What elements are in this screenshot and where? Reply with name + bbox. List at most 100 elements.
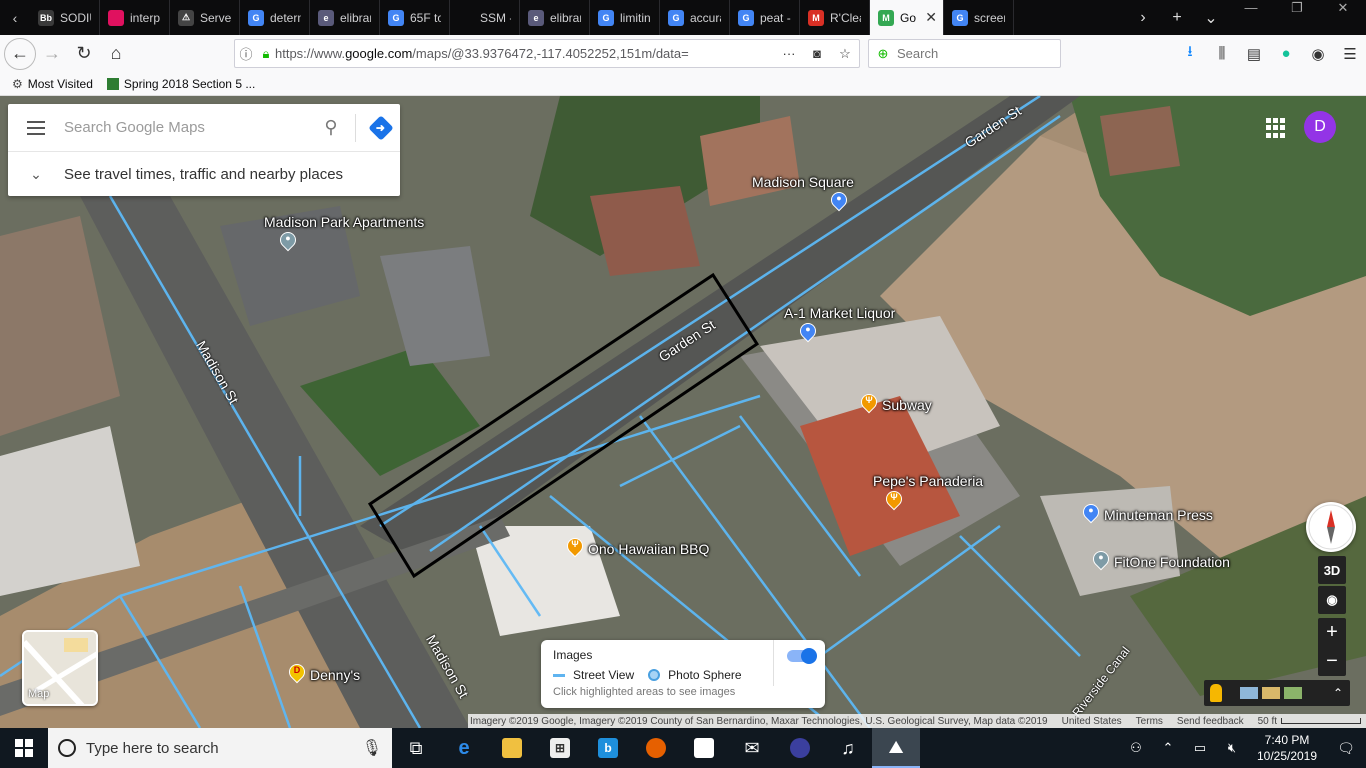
zoom-out-button[interactable]: − — [1318, 647, 1346, 676]
document-icon[interactable] — [680, 728, 728, 768]
pocket-icon[interactable]: ◙ — [803, 46, 831, 61]
microphone-icon[interactable]: 🎙︎ — [362, 738, 382, 758]
chevron-down-icon[interactable]: ⌄ — [8, 166, 64, 183]
pegman-icon[interactable] — [1210, 684, 1222, 702]
scale-label: 50 ft — [1257, 715, 1278, 727]
terms-link[interactable]: Terms — [1136, 716, 1163, 727]
poi-subway[interactable]: Ψ Subway — [857, 390, 932, 416]
poi-minuteman-press[interactable]: ● Minuteman Press — [1079, 500, 1213, 526]
tab-8[interactable]: Glimitin — [590, 0, 660, 35]
url-bar[interactable]: ⓘ 🔒︎ https://www.google.com/maps/@33.937… — [234, 39, 860, 68]
my-location-icon[interactable]: ◉ — [1318, 586, 1346, 614]
apps-grid-icon[interactable] — [1266, 118, 1286, 138]
file-explorer-icon[interactable] — [488, 728, 536, 768]
maps-search-input[interactable]: Search Google Maps — [64, 119, 313, 136]
battery-icon[interactable]: ▭ — [1184, 740, 1216, 756]
poi-madison-park-apartments[interactable]: Madison Park Apartments ● — [264, 214, 424, 252]
tab-list-icon[interactable]: ⌄ — [1194, 8, 1228, 28]
close-tab-icon[interactable]: ✕ — [925, 9, 937, 26]
poi-fitone-foundation[interactable]: ● FitOne Foundation — [1089, 547, 1230, 573]
poi-a1-market-liquor[interactable]: A-1 Market Liquor ● — [784, 305, 895, 343]
clock[interactable]: 7:40 PM 10/25/2019 — [1248, 732, 1326, 764]
tab-3[interactable]: Gdeterm — [240, 0, 310, 35]
back-button[interactable]: ← — [4, 37, 36, 70]
poi-pepes-panaderia[interactable]: Pepe's Panaderia Ψ — [873, 473, 983, 511]
download-icon[interactable]: ⭳ — [1174, 41, 1206, 66]
store-icon[interactable]: ⊞ — [536, 728, 584, 768]
tab-scroll-right-icon[interactable]: › — [1126, 9, 1160, 27]
tab-13[interactable]: Gscreen — [944, 0, 1014, 35]
map-canvas[interactable]: Search Google Maps ⚲ ➜ ⌄ See travel time… — [0, 96, 1366, 728]
map-type-toggle[interactable]: Map — [22, 630, 98, 706]
browser-search-input[interactable]: ⊕ Search — [868, 39, 1061, 68]
app-icon[interactable] — [776, 728, 824, 768]
country-link[interactable]: United States — [1062, 716, 1122, 727]
box-app-icon[interactable]: b — [584, 728, 632, 768]
tab-12[interactable]: M Go ✕ — [870, 0, 944, 35]
search-icon[interactable]: ⚲ — [313, 117, 349, 138]
snipping-tool-icon[interactable]: ⛰ — [872, 728, 920, 768]
account-avatar[interactable]: D — [1304, 111, 1336, 143]
minimize-icon[interactable]: — — [1228, 0, 1274, 35]
forward-button[interactable]: → — [36, 38, 68, 70]
tab-label: peat - — [760, 10, 791, 25]
tab-11[interactable]: M R'Clea — [800, 0, 870, 35]
compass-button[interactable] — [1306, 502, 1356, 552]
imagery-thumb-icon[interactable] — [1240, 687, 1258, 699]
menu-icon[interactable]: ☰ — [1334, 45, 1366, 63]
info-icon[interactable]: ⓘ — [235, 44, 257, 63]
taskbar-search-box[interactable]: Type here to search 🎙︎ — [48, 728, 392, 768]
library-icon[interactable]: ⫼ — [1206, 45, 1238, 62]
send-feedback-link[interactable]: Send feedback — [1177, 716, 1244, 727]
tab-4[interactable]: e elibrar — [310, 0, 380, 35]
tab-scroll-left-icon[interactable]: ‹ — [0, 0, 30, 35]
volume-muted-icon[interactable]: 🔇︎ — [1216, 740, 1248, 756]
extension-icon[interactable]: ◉ — [1302, 45, 1334, 63]
bookmark-most-visited[interactable]: ⚙ Most Visited — [12, 77, 93, 91]
page-actions-icon[interactable]: ··· — [775, 46, 803, 61]
tab-1[interactable]: interp — [100, 0, 170, 35]
people-icon[interactable]: ⚇ — [1120, 740, 1152, 756]
imagery-thumb-icon[interactable] — [1262, 687, 1280, 699]
zoom-in-button[interactable]: + — [1318, 618, 1346, 647]
home-button[interactable]: ⌂ — [100, 38, 132, 70]
chevron-up-icon[interactable]: ⌃ — [1152, 740, 1184, 756]
url-text[interactable]: https://www.google.com/maps/@33.9376472,… — [275, 46, 775, 61]
tab-9[interactable]: Gaccura — [660, 0, 730, 35]
restore-icon[interactable]: ❐ — [1274, 0, 1320, 35]
edge-icon[interactable]: e — [440, 728, 488, 768]
tab-7[interactable]: e elibrar — [520, 0, 590, 35]
bookmark-star-icon[interactable]: ☆ — [831, 46, 859, 62]
bookmark-spring-2018[interactable]: Spring 2018 Section 5 ... — [106, 77, 255, 91]
hamburger-menu-icon[interactable] — [8, 120, 64, 135]
notifications-icon[interactable]: 🗨︎ — [1326, 740, 1366, 757]
task-view-icon[interactable]: ⧉ — [392, 728, 440, 768]
poi-dennys[interactable]: D Denny's — [285, 660, 360, 686]
close-window-icon[interactable]: ✕ — [1320, 0, 1366, 35]
sidebar-icon[interactable]: ▤ — [1238, 45, 1270, 63]
poi-ono-hawaiian-bbq[interactable]: Ψ Ono Hawaiian BBQ — [563, 534, 709, 560]
tab-10[interactable]: Gpeat - — [730, 0, 800, 35]
tab-2[interactable]: ⚠ Server — [170, 0, 240, 35]
lock-icon[interactable]: 🔒︎ — [257, 46, 275, 62]
imagery-thumb-icon[interactable] — [1284, 687, 1302, 699]
tilt-3d-button[interactable]: 3D — [1318, 556, 1346, 584]
nearby-expand-row[interactable]: ⌄ See travel times, traffic and nearby p… — [8, 152, 400, 196]
mail-icon[interactable]: ✉ — [728, 728, 776, 768]
start-button[interactable] — [0, 728, 48, 768]
bookmarks-bar: ⚙ Most Visited Spring 2018 Section 5 ... — [0, 72, 1366, 96]
itunes-icon[interactable]: ♫ — [824, 728, 872, 768]
directions-button[interactable]: ➜ — [362, 114, 400, 141]
grammarly-icon[interactable]: ● — [1270, 45, 1302, 62]
chevron-up-icon[interactable]: ⌃ — [1326, 686, 1350, 700]
tab-0[interactable]: Bb SODIU — [30, 0, 100, 35]
new-tab-icon[interactable]: + — [1160, 9, 1194, 27]
images-toggle[interactable] — [787, 648, 817, 664]
tab-5[interactable]: G 65F to — [380, 0, 450, 35]
poi-madison-square[interactable]: Madison Square ● — [752, 174, 854, 212]
poi-label: FitOne Foundation — [1114, 554, 1230, 570]
reload-button[interactable]: ↻ — [68, 38, 100, 70]
firefox-icon[interactable] — [632, 728, 680, 768]
tab-6[interactable]: SSM - Ch. — [450, 0, 520, 35]
scale-bar[interactable]: 50 ft — [1257, 715, 1362, 727]
